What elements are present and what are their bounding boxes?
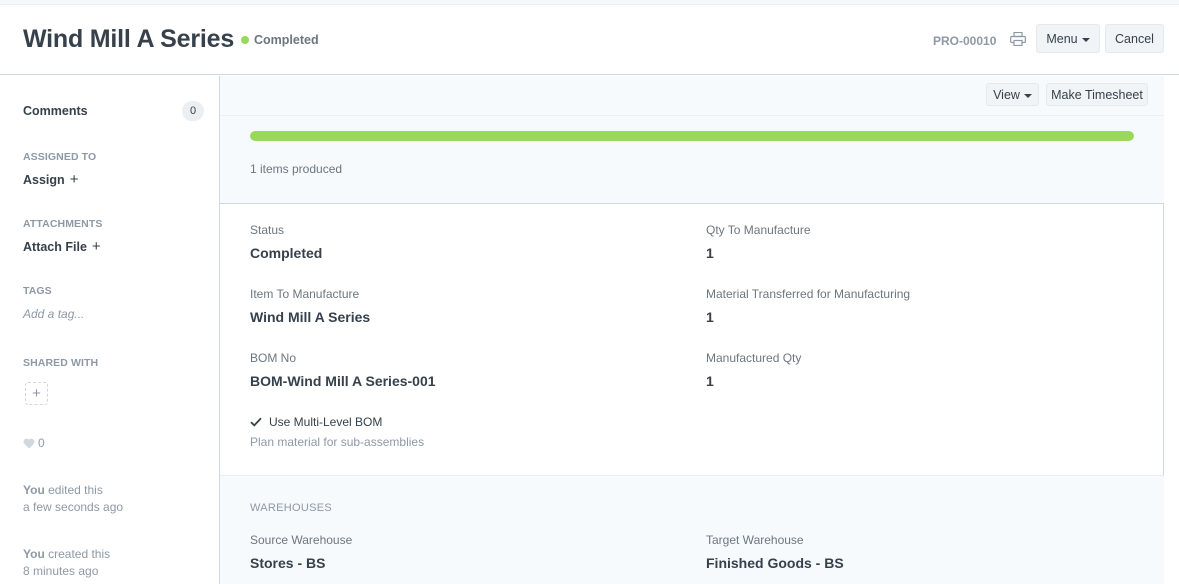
source-warehouse-value[interactable]: Stores - BS xyxy=(250,555,325,571)
activity-item: You edited this a few seconds ago xyxy=(23,482,123,516)
assigned-to-label: ASSIGNED TO xyxy=(23,151,97,163)
cancel-button[interactable]: Cancel xyxy=(1105,24,1164,53)
activity-actor: You xyxy=(23,483,45,497)
plus-icon: + xyxy=(69,171,79,188)
multilevel-bom-label: Use Multi-Level BOM xyxy=(269,415,383,429)
cancel-button-label: Cancel xyxy=(1115,31,1154,46)
activity-time: 8 minutes ago xyxy=(23,564,99,578)
manufactured-field-label: Manufactured Qty xyxy=(706,351,802,365)
qty-field-label: Qty To Manufacture xyxy=(706,223,811,237)
transferred-field-label: Material Transferred for Manufacturing xyxy=(706,287,911,301)
caret-down-icon xyxy=(1023,93,1032,98)
view-button-label: View xyxy=(993,87,1020,102)
source-warehouse-label: Source Warehouse xyxy=(250,533,353,547)
shared-with-label: SHARED WITH xyxy=(23,357,99,369)
form-sidebar: Comments 0 ASSIGNED TO Assign + ATTACHME… xyxy=(0,76,219,584)
add-tag-input[interactable]: Add a tag... xyxy=(23,307,84,321)
activity-actor: You xyxy=(23,547,45,561)
status-field-label: Status xyxy=(250,223,285,237)
attach-file-label: Attach File xyxy=(23,239,87,254)
document-name: PRO-00010 xyxy=(933,34,997,48)
view-dropdown-button[interactable]: View xyxy=(986,83,1039,106)
item-field-value[interactable]: Wind Mill A Series xyxy=(250,309,370,325)
status-dot-icon xyxy=(241,36,249,44)
caret-down-icon xyxy=(1081,37,1090,42)
make-timesheet-button[interactable]: Make Timesheet xyxy=(1046,83,1148,106)
progress-note: 1 items produced xyxy=(250,162,343,176)
progress-bar xyxy=(250,131,1134,141)
printer-icon[interactable] xyxy=(1010,32,1026,46)
add-share-button[interactable]: + xyxy=(25,382,48,405)
target-warehouse-label: Target Warehouse xyxy=(706,533,804,547)
tags-label: TAGS xyxy=(23,285,52,297)
assign-label: Assign xyxy=(23,172,65,187)
status-indicator: Completed xyxy=(241,33,319,47)
assign-button[interactable]: Assign + xyxy=(23,171,78,188)
comments-link[interactable]: Comments xyxy=(23,104,88,118)
comments-count-badge: 0 xyxy=(182,101,204,121)
status-field-value: Completed xyxy=(250,245,323,261)
bom-field-value[interactable]: BOM-Wind Mill A Series-001 xyxy=(250,373,436,389)
bom-field-label: BOM No xyxy=(250,351,297,365)
warehouses-heading: WAREHOUSES xyxy=(250,502,333,514)
qty-field-value: 1 xyxy=(706,245,714,261)
transferred-field-value: 1 xyxy=(706,309,714,325)
form-layout: View Make Timesheet 1 items produced Sta… xyxy=(219,76,1164,584)
page-title: Wind Mill A Series xyxy=(23,25,235,53)
attachments-label: ATTACHMENTS xyxy=(23,218,103,230)
form-toolbar: View Make Timesheet xyxy=(220,76,1164,116)
activity-action: edited this xyxy=(44,483,103,497)
heart-icon xyxy=(23,438,35,448)
progress-section: 1 items produced xyxy=(220,116,1164,204)
status-text: Completed xyxy=(254,33,319,47)
plus-icon: + xyxy=(91,238,101,255)
target-warehouse-value[interactable]: Finished Goods - BS xyxy=(706,555,844,571)
activity-time: a few seconds ago xyxy=(23,500,124,514)
multilevel-bom-description: Plan material for sub-assemblies xyxy=(250,435,425,449)
page-header: Wind Mill A Series Completed PRO-00010 M… xyxy=(0,5,1179,75)
warehouses-section: WAREHOUSES Source Warehouse Stores - BS … xyxy=(220,476,1164,584)
item-field-label: Item To Manufacture xyxy=(250,287,360,301)
details-section: Status Completed Qty To Manufacture 1 It… xyxy=(220,204,1164,476)
activity-action: created this xyxy=(44,547,111,561)
likes-count: 0 xyxy=(38,436,45,450)
activity-item: You created this 8 minutes ago xyxy=(23,546,110,580)
multilevel-bom-checkbox[interactable]: Use Multi-Level BOM xyxy=(250,415,382,429)
like-button[interactable]: 0 xyxy=(23,436,45,450)
checkmark-icon xyxy=(250,417,262,427)
menu-button-label: Menu xyxy=(1046,31,1078,46)
progress-bar-fill xyxy=(250,131,1134,141)
plus-icon: + xyxy=(32,385,41,402)
attach-file-button[interactable]: Attach File + xyxy=(23,238,101,255)
manufactured-field-value: 1 xyxy=(706,373,714,389)
menu-button[interactable]: Menu xyxy=(1036,24,1100,53)
make-timesheet-label: Make Timesheet xyxy=(1051,87,1143,102)
